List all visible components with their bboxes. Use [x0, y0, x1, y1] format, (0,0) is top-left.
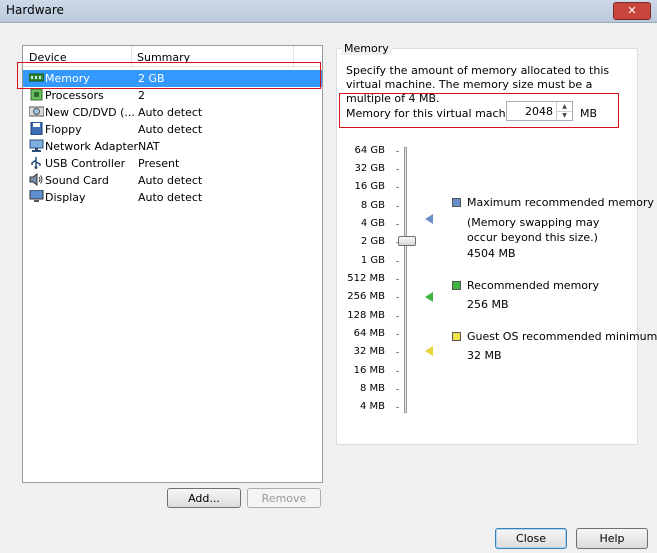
- scale-label: 4 MB: [359, 401, 385, 412]
- list-item-display[interactable]: Display Auto detect: [23, 189, 322, 206]
- memory-slider-track[interactable]: [404, 147, 407, 413]
- memory-row-highlight: [17, 62, 321, 89]
- memory-slider-thumb[interactable]: [398, 236, 416, 246]
- recommended-legend-icon: [452, 281, 461, 290]
- list-item-floppy[interactable]: Floppy Auto detect: [23, 121, 322, 138]
- arrow-up-icon: ▲: [562, 103, 567, 110]
- usb-icon: [29, 156, 44, 169]
- device-summary: Auto detect: [138, 174, 203, 187]
- list-item-processors[interactable]: Processors 2: [23, 87, 322, 104]
- guest-min-legend-icon: [452, 332, 461, 341]
- scale-label: 32 GB: [354, 163, 385, 174]
- device-name: USB Controller: [45, 157, 126, 170]
- device-name: New CD/DVD (...: [45, 106, 135, 119]
- device-summary: Present: [138, 157, 180, 170]
- max-recommended-value: 4504 MB: [467, 247, 516, 260]
- memory-unit-label: MB: [580, 107, 598, 120]
- window-title: Hardware: [6, 3, 64, 17]
- device-summary: Auto detect: [138, 123, 203, 136]
- device-name: Floppy: [45, 123, 82, 136]
- recommended-value: 256 MB: [467, 298, 509, 311]
- recommended-marker-icon: [425, 292, 433, 302]
- scale-label: 2 GB: [360, 236, 385, 247]
- network-adapter-icon: [29, 139, 44, 152]
- scale-label: 16 MB: [353, 365, 385, 376]
- memory-size-spinner[interactable]: 2048 ▲ ▼: [506, 101, 573, 121]
- guest-min-marker-icon: [425, 346, 433, 356]
- scale-label: 8 MB: [359, 383, 385, 394]
- scale-label: 512 MB: [347, 273, 385, 284]
- close-button[interactable]: Close: [495, 528, 567, 549]
- scale-tick: [396, 371, 399, 372]
- scale-label: 64 MB: [353, 328, 385, 339]
- device-name: Network Adapter: [45, 140, 139, 153]
- memory-field-label: Memory for this virtual machine:: [346, 107, 527, 120]
- spinner-buttons[interactable]: ▲ ▼: [556, 102, 572, 120]
- processor-icon: [29, 88, 44, 101]
- scale-tick: [396, 206, 399, 207]
- add-button[interactable]: Add...: [167, 488, 241, 508]
- scale-tick: [396, 352, 399, 353]
- scale-tick: [396, 279, 399, 280]
- scale-label: 256 MB: [347, 291, 385, 302]
- list-item-usb-controller[interactable]: USB Controller Present: [23, 155, 322, 172]
- recommended-title: Recommended memory: [467, 279, 600, 292]
- guest-min-title: Guest OS recommended minimum: [467, 330, 657, 343]
- scale-tick: [396, 334, 399, 335]
- scale-tick: [396, 407, 399, 408]
- device-summary: 2: [138, 89, 145, 102]
- memory-size-input[interactable]: 2048: [525, 105, 553, 118]
- arrow-down-icon: ▼: [562, 112, 567, 119]
- scale-label: 128 MB: [347, 310, 385, 321]
- guest-min-value: 32 MB: [467, 349, 502, 362]
- memory-group-label: Memory: [341, 42, 392, 55]
- floppy-icon: [29, 121, 44, 136]
- list-item-cd-dvd[interactable]: New CD/DVD (... Auto detect: [23, 104, 322, 121]
- scale-label: 32 MB: [353, 346, 385, 357]
- scale-tick: [396, 316, 399, 317]
- sound-card-icon: [29, 173, 44, 186]
- help-button[interactable]: Help: [576, 528, 648, 549]
- device-name: Display: [45, 191, 86, 204]
- cd-dvd-icon: [28, 105, 45, 118]
- scale-tick: [396, 389, 399, 390]
- scale-tick: [396, 151, 399, 152]
- scale-tick: [396, 224, 399, 225]
- device-summary: NAT: [138, 140, 160, 153]
- device-summary: Auto detect: [138, 191, 203, 204]
- scale-tick: [396, 261, 399, 262]
- max-recommended-marker-icon: [425, 214, 433, 224]
- device-list[interactable]: Device Summary Memory 2 GB Processors 2 …: [22, 45, 323, 483]
- max-recommended-title: Maximum recommended memory: [467, 196, 654, 209]
- title-bar: Hardware ✕: [0, 0, 657, 23]
- scale-label: 1 GB: [360, 255, 385, 266]
- list-item-network-adapter[interactable]: Network Adapter NAT: [23, 138, 322, 155]
- window-close-button[interactable]: ✕: [613, 2, 651, 20]
- max-recommended-note: (Memory swapping may occur beyond this s…: [467, 216, 600, 244]
- scale-tick: [396, 187, 399, 188]
- scale-label: 8 GB: [360, 200, 385, 211]
- display-icon: [29, 189, 44, 203]
- close-icon: ✕: [627, 4, 637, 17]
- scale-label: 64 GB: [354, 145, 385, 156]
- remove-button[interactable]: Remove: [247, 488, 321, 508]
- scale-label: 16 GB: [354, 181, 385, 192]
- spinner-down-button[interactable]: ▼: [557, 111, 572, 120]
- device-name: Processors: [45, 89, 104, 102]
- max-recommended-legend-icon: [452, 198, 461, 207]
- device-name: Sound Card: [45, 174, 109, 187]
- device-summary: Auto detect: [138, 106, 203, 119]
- scale-tick: [396, 169, 399, 170]
- scale-label: 4 GB: [360, 218, 385, 229]
- list-item-sound-card[interactable]: Sound Card Auto detect: [23, 172, 322, 189]
- scale-tick: [396, 297, 399, 298]
